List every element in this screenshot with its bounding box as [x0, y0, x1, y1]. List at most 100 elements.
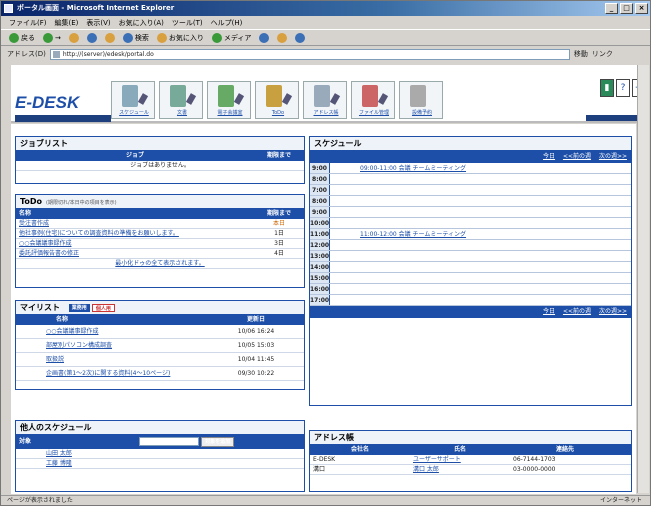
home-icon [104, 32, 115, 43]
go-button[interactable]: 移動 [574, 49, 588, 59]
status-text: ページが表示されました [7, 497, 73, 504]
todo-row[interactable]: ○○会議議事録作成 3日 [16, 239, 304, 249]
links-label[interactable]: リンク [592, 49, 613, 59]
module-equipment[interactable]: 設備予約 [399, 81, 443, 119]
browser-window: ポータル画面 - Microsoft Internet Explorer _ □… [0, 0, 651, 506]
schedule-hour-label: 12:00 [310, 240, 330, 250]
page-scrollbar[interactable] [637, 65, 649, 493]
history-icon [259, 32, 270, 43]
job-list-title: ジョブリスト [16, 137, 304, 151]
address-row[interactable]: E-DESK ユーザーサポート 06-7144-1703 [310, 455, 631, 465]
module-todo[interactable]: ToDo [255, 81, 299, 119]
schedule-hour-label: 9:00 [310, 163, 330, 173]
schedule-hour-row[interactable]: 8:00 [310, 174, 631, 185]
my-list-row[interactable]: 取扱説 10/04 11:45 [16, 353, 304, 367]
menu-favorites[interactable]: お気に入り(A) [119, 18, 164, 28]
address-row[interactable]: 溝口 溝口 太郎 03-0000-0000 [310, 465, 631, 475]
module-address-book[interactable]: アドレス帳 [303, 81, 347, 119]
address-input[interactable]: http://(server)/edesk/portal.do [49, 48, 570, 60]
mail-button[interactable] [275, 31, 289, 44]
schedule-hour-row[interactable]: 15:00 [310, 273, 631, 284]
todo-row[interactable]: 委託評価報告書の修正 4日 [16, 249, 304, 259]
todo-footer[interactable]: 最小化ドゥの全て表示されます。 [16, 259, 304, 269]
others-schedule-row[interactable]: 工藤 博隆 [16, 459, 304, 469]
media-button[interactable]: メディア [210, 31, 254, 44]
next-week-link[interactable]: 次の週>> [599, 308, 627, 315]
module-meeting-room[interactable]: 電子会議室 [207, 81, 251, 119]
schedule-hour-row[interactable]: 13:00 [310, 251, 631, 262]
schedule-event[interactable]: 09:00-11:00 会議 チームミーティング [330, 163, 466, 173]
user-icon[interactable]: ▮ [600, 79, 614, 97]
menu-view[interactable]: 表示(V) [86, 18, 110, 28]
status-bar: ページが表示されました インターネット [1, 495, 650, 506]
todo-row[interactable]: 受注書作成 本日 [16, 219, 304, 229]
schedule-hour-row[interactable]: 7:00 [310, 185, 631, 196]
module-file[interactable]: ファイル管理 [351, 81, 395, 119]
todo-header: 名称 期限まで [16, 209, 304, 219]
add-target-button[interactable]: 対象を追加 [201, 436, 235, 447]
schedule-hour-row[interactable]: 10:00 [310, 218, 631, 229]
schedule-hour-row[interactable]: 11:00 11:00-12:00 会議 チームミーティング [310, 229, 631, 240]
tab-personal[interactable]: 個人用 [91, 303, 115, 312]
edesk-logo: E-DESK [15, 93, 80, 112]
menu-tools[interactable]: ツール(T) [172, 18, 203, 28]
prev-week-link[interactable]: <<前の週 [563, 153, 591, 160]
back-arrow-icon [9, 32, 19, 43]
media-icon [211, 32, 222, 43]
file-icon [362, 85, 378, 107]
schedule-event[interactable]: 11:00-12:00 会議 チームミーティング [330, 229, 466, 239]
schedule-hour-row[interactable]: 14:00 [310, 262, 631, 273]
schedule-hour-label: 8:00 [310, 174, 330, 184]
prev-week-link[interactable]: <<前の週 [563, 308, 591, 315]
tab-business[interactable]: 業務用 [68, 303, 90, 312]
my-list-row[interactable]: 部屋別パソコン構成調査 10/05 15:03 [16, 339, 304, 353]
menu-edit[interactable]: 編集(E) [55, 18, 79, 28]
schedule-hour-row[interactable]: 16:00 [310, 284, 631, 295]
others-schedule-row[interactable]: 山田 太郎 [16, 449, 304, 459]
schedule-hour-row[interactable]: 9:00 09:00-11:00 会議 チームミーティング [310, 163, 631, 174]
minimize-button[interactable]: _ [605, 3, 618, 14]
favorites-button[interactable]: お気に入り [155, 31, 206, 44]
mail-icon [277, 32, 288, 43]
search-icon [122, 32, 133, 43]
schedule-panel: スケジュール 今日 <<前の週 次の週>> 9:00 09:00-11:00 会議… [309, 136, 632, 406]
my-list-row[interactable]: 企画書(第1～2次)に関する資料(4～10ページ) 09/30 10:22 [16, 367, 304, 381]
stop-button[interactable] [67, 31, 81, 44]
module-document[interactable]: 文書 [159, 81, 203, 119]
help-icon[interactable]: ? [616, 79, 630, 97]
others-schedule-header: 対象 E-DESK営業 対象を追加 [16, 435, 304, 449]
schedule-hour-row[interactable]: 9:00 [310, 207, 631, 218]
schedule-hour-row[interactable]: 8:00 [310, 196, 631, 207]
group-select[interactable]: E-DESK営業 [139, 437, 199, 446]
print-button[interactable] [293, 31, 307, 44]
history-button[interactable] [257, 31, 271, 44]
close-button[interactable]: × [635, 3, 648, 14]
my-list-panel: マイリスト 業務用 個人用 名称 更新日 ○○会議議事録作成 10/06 16:2… [15, 300, 305, 390]
refresh-icon [86, 32, 97, 43]
others-schedule-title: 他人のスケジュール [16, 421, 304, 435]
document-icon [170, 85, 186, 107]
schedule-hour-row[interactable]: 12:00 [310, 240, 631, 251]
my-list-title: マイリスト 業務用 個人用 [16, 301, 304, 315]
forward-button[interactable]: → [41, 31, 63, 44]
search-button[interactable]: 検索 [121, 31, 151, 44]
menu-help[interactable]: ヘルプ(H) [211, 18, 243, 28]
today-link[interactable]: 今日 [543, 153, 555, 160]
next-week-link[interactable]: 次の週>> [599, 153, 627, 160]
pen-icon [329, 93, 341, 105]
schedule-hour-label: 7:00 [310, 185, 330, 195]
maximize-button[interactable]: □ [620, 3, 633, 14]
my-list-row[interactable]: ○○会議議事録作成 10/06 16:24 [16, 325, 304, 339]
todo-row[interactable]: 他社事例(住宅)についての調査資料の準備をお願いします。 1日 [16, 229, 304, 239]
portal-content: ジョブリスト ジョブ 期限まで ジョブはありません。 ToDo (期限切れ/本日中… [11, 124, 636, 494]
back-button[interactable]: 戻る [7, 31, 37, 44]
pen-icon [377, 93, 389, 105]
menu-file[interactable]: ファイル(F) [9, 18, 47, 28]
refresh-button[interactable] [85, 31, 99, 44]
schedule-hour-row[interactable]: 17:00 [310, 295, 631, 306]
today-link[interactable]: 今日 [543, 308, 555, 315]
todo-title: ToDo (期限切れ/本日中の項目を表示) [16, 195, 304, 209]
my-list-header: 名称 更新日 [16, 315, 304, 325]
module-schedule[interactable]: スケジュール [111, 81, 155, 119]
home-button[interactable] [103, 31, 117, 44]
